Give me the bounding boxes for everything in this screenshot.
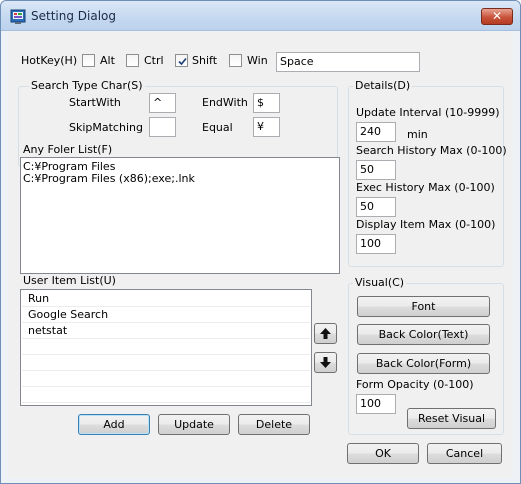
back-color-form-button[interactable]: Back Color(Form) <box>357 353 490 374</box>
equal-label: Equal <box>202 121 233 134</box>
visual-group: Visual(C) Font Back Color(Text) Back Col… <box>348 276 504 435</box>
any-folder-textarea[interactable]: C:¥Program Files C:¥Program Files (x86);… <box>20 157 340 274</box>
ctrl-label: Ctrl <box>144 54 164 67</box>
search-history-input[interactable]: 50 <box>356 160 396 180</box>
start-with-input[interactable]: ^ <box>149 93 176 113</box>
win-label: Win <box>247 54 268 67</box>
dialog-client-area: HotKey(H) Alt Ctrl Shift Win Space Searc… <box>8 32 513 478</box>
ok-button[interactable]: OK <box>347 443 419 464</box>
exec-history-input[interactable]: 50 <box>356 197 396 217</box>
reset-visual-button[interactable]: Reset Visual <box>407 408 496 429</box>
arrow-up-icon <box>320 328 331 339</box>
win-checkbox[interactable] <box>229 54 242 67</box>
end-with-label: EndWith <box>202 96 248 109</box>
list-item[interactable]: Run <box>22 291 310 307</box>
list-item-label: Run <box>28 292 50 305</box>
user-item-listbox[interactable]: Run Google Search netstat <box>20 289 312 406</box>
title-bar[interactable]: Setting Dialog ✕ <box>1 1 520 31</box>
equal-input[interactable]: ¥ <box>253 117 280 137</box>
setting-dialog-window: Setting Dialog ✕ HotKey(H) Alt Ctrl Shif… <box>0 0 521 484</box>
move-up-button[interactable] <box>314 323 337 344</box>
list-item-empty <box>22 387 310 403</box>
hotkey-label: HotKey(H) <box>21 54 78 67</box>
display-item-label: Display Item Max (0-100) <box>356 218 496 231</box>
update-interval-unit: min <box>407 128 428 141</box>
display-item-input[interactable]: 100 <box>356 234 396 254</box>
details-group: Details(D) Update Interval (10-9999) 240… <box>348 79 507 267</box>
add-button[interactable]: Add <box>78 414 150 435</box>
back-color-text-button[interactable]: Back Color(Text) <box>357 324 490 345</box>
arrow-down-icon <box>320 357 331 368</box>
visual-title: Visual(C) <box>353 276 407 290</box>
list-item-empty <box>22 371 310 387</box>
hotkey-key-input[interactable]: Space <box>276 52 420 72</box>
list-item-label: netstat <box>28 324 68 337</box>
list-item-empty <box>22 355 310 371</box>
update-interval-label: Update Interval (10-9999) <box>356 106 500 119</box>
cancel-button[interactable]: Cancel <box>427 443 502 464</box>
start-with-label: StartWith <box>69 96 121 109</box>
skip-matching-input[interactable] <box>149 117 176 137</box>
form-opacity-input[interactable]: 100 <box>356 394 396 414</box>
details-title: Details(D) <box>353 79 413 93</box>
update-interval-input[interactable]: 240 <box>356 122 396 142</box>
search-history-label: Search History Max (0-100) <box>356 144 507 157</box>
end-with-input[interactable]: $ <box>253 93 280 113</box>
list-item[interactable]: Google Search <box>22 307 310 323</box>
ctrl-checkbox[interactable] <box>126 54 139 67</box>
update-button[interactable]: Update <box>158 414 230 435</box>
shift-label: Shift <box>192 54 218 67</box>
alt-checkbox[interactable] <box>82 54 95 67</box>
search-type-title: Search Type Char(S) <box>29 79 145 93</box>
user-item-label: User Item List(U) <box>23 274 116 287</box>
settings-app-icon <box>10 9 26 25</box>
alt-label: Alt <box>100 54 115 67</box>
checkmark-icon <box>178 57 187 66</box>
skip-matching-label: SkipMatching <box>69 121 143 134</box>
form-opacity-label: Form Opacity (0-100) <box>356 378 474 391</box>
any-folder-line: C:¥Program Files (x86);exe;.lnk <box>23 172 195 185</box>
delete-button[interactable]: Delete <box>238 414 310 435</box>
list-item-label: Google Search <box>28 308 109 321</box>
list-item-empty <box>22 339 310 355</box>
window-title: Setting Dialog <box>31 9 117 23</box>
any-folder-label: Any Foler List(F) <box>23 143 113 156</box>
exec-history-label: Exec History Max (0-100) <box>356 181 495 194</box>
close-button[interactable]: ✕ <box>481 8 513 25</box>
font-button[interactable]: Font <box>357 296 490 317</box>
list-item[interactable]: netstat <box>22 323 310 339</box>
close-icon: ✕ <box>491 9 503 23</box>
move-down-button[interactable] <box>314 352 337 373</box>
shift-checkbox[interactable] <box>175 54 188 67</box>
